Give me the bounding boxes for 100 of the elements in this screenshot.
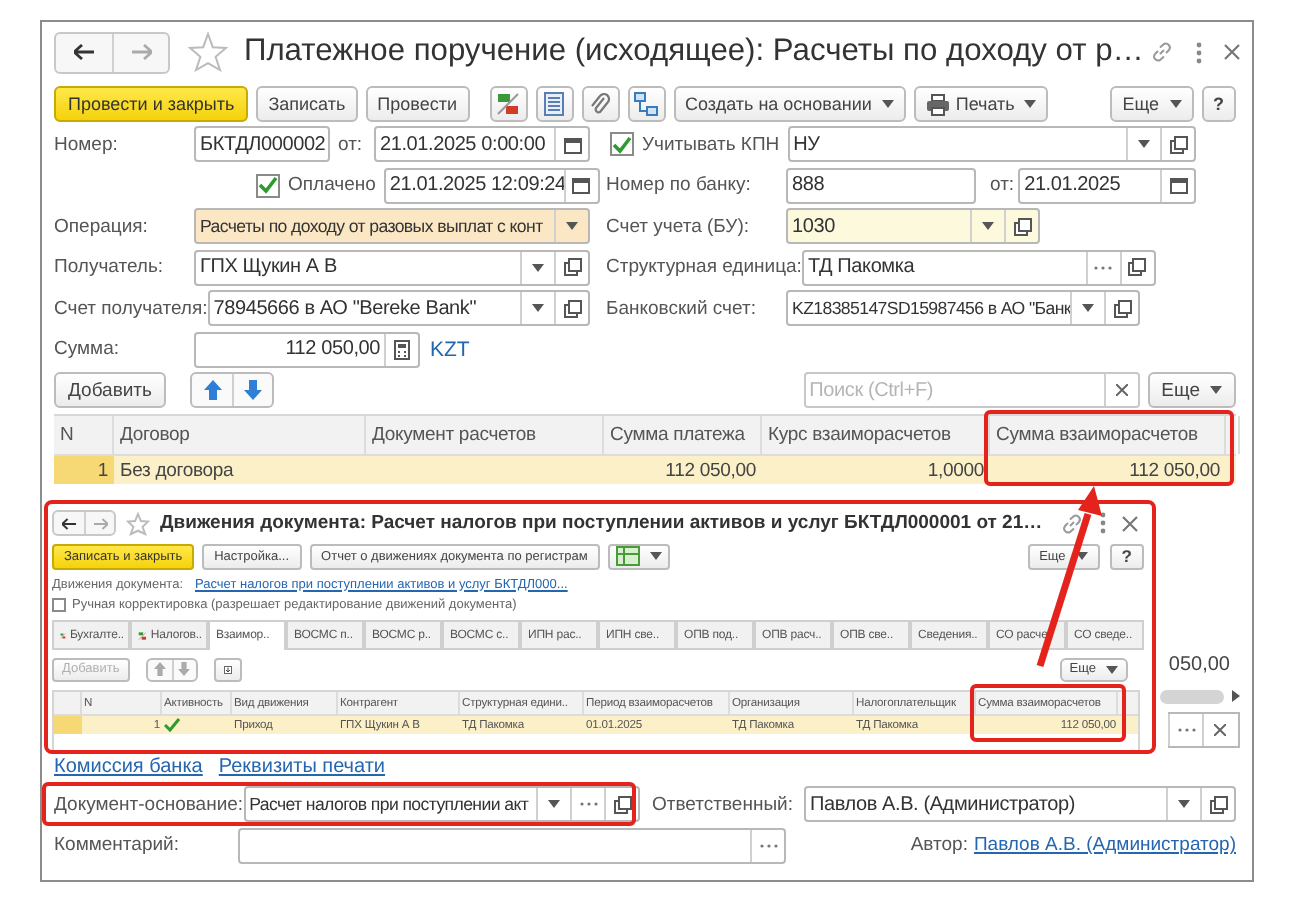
table-cell-text: 1,0000 <box>925 457 986 484</box>
close-icon <box>1115 384 1128 397</box>
open-button[interactable] <box>604 788 638 821</box>
table-icon <box>615 546 640 566</box>
recipient-field[interactable]: ГПХ Щукин А В <box>194 249 590 286</box>
table-row[interactable]: 1 Без договора 112 050,00 1,0000 112 050,00 <box>54 456 1236 484</box>
open-button[interactable] <box>1004 210 1038 243</box>
column-header[interactable]: Сумма платежа <box>604 416 762 454</box>
column-header[interactable]: Курс взаиморасчетов <box>762 416 990 454</box>
paperclip-icon <box>590 92 610 116</box>
recipient-account-field[interactable]: 78945666 в АО "Bereke Bank" <box>207 290 590 327</box>
calendar-button[interactable] <box>554 128 588 161</box>
unit-field[interactable]: ТД Пакомка <box>801 249 1156 286</box>
structure-icon <box>634 92 658 116</box>
caret-icon <box>1024 100 1037 108</box>
more-button[interactable]: Еще <box>1110 86 1193 122</box>
open-button[interactable] <box>1200 788 1234 821</box>
tax-field[interactable]: НУ <box>787 126 1196 163</box>
table-cell-text: Без договора <box>118 457 236 484</box>
close-button[interactable] <box>1116 511 1144 535</box>
caret-icon <box>1169 100 1181 108</box>
open-button[interactable] <box>1104 292 1138 325</box>
open-icon <box>1169 135 1187 154</box>
field-label: Документ-основание: <box>54 793 244 816</box>
menu-button[interactable]: Создать на основании <box>673 86 906 122</box>
add-button[interactable]: Добавить <box>54 372 166 409</box>
icon-button[interactable] <box>489 86 527 122</box>
scrollbar[interactable] <box>1160 688 1244 704</box>
open-icon <box>613 795 631 814</box>
arrow-left-icon <box>74 44 94 60</box>
checkbox[interactable] <box>256 173 280 198</box>
caret-icon <box>881 100 894 108</box>
icon-button[interactable] <box>213 657 242 681</box>
column-header[interactable]: Сумма взаиморасчетов <box>990 416 1226 454</box>
menu-button[interactable] <box>607 543 670 569</box>
debit-credit-icon <box>138 627 147 643</box>
checkbox[interactable] <box>610 132 634 157</box>
help-button[interactable]: ? <box>1109 543 1144 569</box>
link-icon <box>1060 511 1084 535</box>
amount-field[interactable]: 112 050,00 <box>194 331 420 368</box>
caret-icon <box>532 304 544 313</box>
field-label: Комментарий: <box>54 834 181 857</box>
table-cell: 1 <box>54 456 114 484</box>
document-icon <box>544 92 564 116</box>
link[interactable]: Комиссия банка <box>54 755 203 777</box>
toolbar-button[interactable]: Записать <box>256 86 358 122</box>
icon-button[interactable] <box>535 86 573 122</box>
responsible-field[interactable]: Павлов А.В. (Администратор) <box>804 786 1236 823</box>
column-header[interactable]: N <box>54 416 114 454</box>
number-field[interactable]: БКТДЛ000002 <box>194 126 330 163</box>
date-field[interactable]: 21.01.2025 0:00:00 <box>374 126 590 163</box>
printer-icon <box>925 93 950 115</box>
field-label: от: <box>338 133 363 156</box>
total-cell-text: 050,00 <box>1166 651 1230 679</box>
toolbar-button[interactable]: Провести <box>365 86 469 122</box>
caret-icon <box>649 552 662 560</box>
open-button[interactable] <box>554 292 588 325</box>
calendar-button[interactable] <box>1160 169 1194 202</box>
column-header[interactable]: Договор <box>114 416 366 454</box>
comment-field[interactable] <box>238 827 786 864</box>
field-label: Счет получателя: <box>54 297 208 320</box>
open-icon <box>563 299 581 318</box>
checkbox[interactable] <box>52 598 66 612</box>
field-label: Ответственный: <box>652 793 795 816</box>
caret-icon <box>1082 304 1094 313</box>
field-label: Учитывать КПН <box>642 133 780 156</box>
caret-icon <box>1138 140 1150 149</box>
basis-field[interactable]: Расчет налогов при поступлении акт <box>243 786 640 823</box>
caret-icon <box>1075 552 1088 560</box>
window-title: Движения документа: Расчет налогов при поступлении активов и услуг БКТДЛ000001 от 21… <box>160 512 1045 534</box>
author-link[interactable]: Павлов А.В. (Администратор) <box>973 834 1236 857</box>
open-button[interactable] <box>554 251 588 284</box>
primary-button[interactable]: Провести и закрыть <box>54 86 249 122</box>
link[interactable]: Реквизиты печати <box>218 755 386 777</box>
close-icon <box>1223 44 1240 60</box>
icon-button[interactable] <box>627 86 665 122</box>
menu-icon <box>1195 41 1202 63</box>
bank-number-field[interactable]: 888 <box>786 167 976 204</box>
account-field[interactable]: 1030 <box>786 208 1040 245</box>
arrow-right-icon <box>93 517 107 529</box>
close-icon <box>1214 724 1226 736</box>
icon-button[interactable] <box>581 86 619 122</box>
bank-account-field[interactable]: KZ18385147SD15987456 в АО "Банк <box>786 290 1140 327</box>
more-button[interactable]: Еще <box>1147 372 1236 409</box>
table-cell-text: 112 050,00 <box>663 457 758 484</box>
date-field[interactable]: 21.01.2025 <box>1018 167 1196 204</box>
date-field[interactable]: 21.01.2025 12:09:24 <box>383 167 600 204</box>
column-header[interactable]: Документ расчетов <box>366 416 604 454</box>
download-icon <box>223 661 232 677</box>
operation-field[interactable]: Расчеты по доходу от разовых выплат с конт <box>194 208 590 245</box>
help-button[interactable]: ? <box>1201 86 1236 122</box>
debit-credit-icon <box>496 92 520 116</box>
field-label: Операция: <box>54 215 150 238</box>
link-icon <box>1149 40 1174 64</box>
currency-link[interactable]: KZT <box>430 337 470 362</box>
dots-icon <box>1094 265 1113 270</box>
open-icon <box>1113 299 1131 318</box>
menu-button[interactable]: Печать <box>913 86 1049 122</box>
open-button[interactable] <box>1160 128 1194 161</box>
star-icon <box>188 32 228 72</box>
